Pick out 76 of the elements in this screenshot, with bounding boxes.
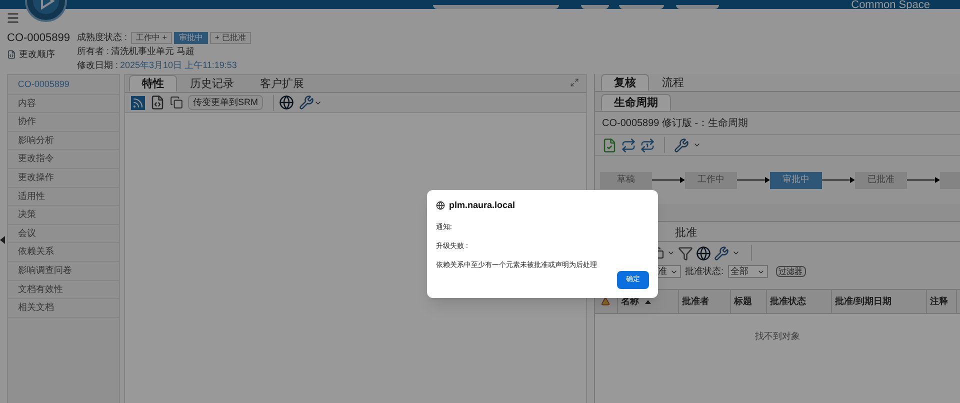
tab[interactable]: 批准 [662,224,710,241]
maximize-icon[interactable] [570,78,579,87]
lifecycle-state: 已批准 [854,172,907,188]
status-label: 批准状态: [684,264,724,278]
arrow-icon [652,177,685,183]
sidebar-item[interactable]: 协作 [8,113,119,132]
menu-icon[interactable] [6,11,20,25]
change-number: CO-0005899 [7,31,71,45]
sidebar-item[interactable]: CO-0005899 [8,76,119,95]
lifecycle-state [940,172,960,188]
sidebar-item[interactable]: 影响分析 [8,132,119,150]
sidebar-item[interactable]: 文档有效性 [8,280,119,300]
globe-icon[interactable] [696,246,711,260]
lifecycle-state: 草稿 [600,172,652,188]
caret-icon[interactable] [732,249,740,257]
header-button[interactable] [581,5,609,9]
tools-icon[interactable] [674,138,689,152]
sidebar-item[interactable]: 影响调查问卷 [8,262,119,281]
lifecycle-title: CO-0005899 修订版 -：生命周期 [602,116,748,130]
swap-icon[interactable] [620,138,636,152]
send-srm-button[interactable]: 传变更单到SRM [188,95,263,110]
dialog-host: plm.naura.local [449,199,516,212]
check-file-icon[interactable] [602,138,617,152]
header-button[interactable] [619,5,664,9]
tools-icon[interactable] [714,246,729,260]
column-header[interactable]: 标题 [730,290,767,313]
column-header[interactable]: 批准/到期日期 [832,290,927,313]
tab[interactable]: 生命周期 [600,94,671,111]
change-type: 更改顺序 [19,48,55,61]
sidebar-item[interactable]: 更改指令 [8,150,119,169]
swap-icon[interactable] [640,138,655,152]
column-header[interactable]: 注释 [926,290,957,313]
sidebar-item[interactable]: 适用性 [8,188,119,206]
tools-icon[interactable] [298,95,314,110]
owner-label: 所有者 : [77,45,110,58]
empty-message: 找不到对象 [754,331,800,341]
caret-icon[interactable] [666,249,675,257]
code-file-icon[interactable] [150,95,165,110]
tab[interactable]: 客户扩展 [246,75,317,92]
column-header[interactable]: 批准状态 [766,290,832,313]
maturity-step[interactable]: 工作中 + [131,32,172,44]
workspace-label[interactable]: Common Space [851,0,930,10]
copy-icon[interactable] [170,96,183,109]
sidebar-item[interactable]: 更改操作 [8,168,119,188]
header-button[interactable] [676,5,719,9]
globe-icon [436,201,445,210]
arrow-icon [736,177,770,183]
tab[interactable]: 复核 [600,74,649,91]
search-field[interactable] [433,5,559,9]
sidebar-item[interactable]: 决策 [8,206,119,225]
maturity-step[interactable]: + 已批准 [210,32,251,44]
sidebar-item[interactable]: 会议 [8,224,119,244]
tab[interactable]: 历史记录 [176,75,247,92]
modified-label: 修改日期 : [77,59,118,72]
sidebar-item[interactable]: 相关文档 [8,299,119,318]
tab[interactable]: 流程 [648,74,697,91]
caret-icon[interactable] [692,141,701,149]
document-icon [7,50,16,60]
rss-icon[interactable] [130,96,145,110]
status-select[interactable]: 全部 [728,265,768,278]
maturity-label: 成熟度状态 : [77,31,128,44]
filter-button[interactable]: 过滤器 [776,266,806,277]
arrow-icon [906,177,940,183]
sidebar-item[interactable]: 内容 [8,94,119,114]
globe-icon[interactable] [278,95,294,110]
lifecycle-state: 审批中 [770,172,822,188]
filter-icon[interactable] [678,246,693,260]
tab[interactable]: 特性 [128,75,177,92]
sidebar-item[interactable]: 依赖关系 [8,243,119,262]
lifecycle-state: 工作中 [684,172,737,188]
arrow-icon [822,177,855,183]
owner-value: 清洗机事业单元 马超 [111,45,195,58]
modified-value: 2025年3月10日 上午11:19:53 [120,59,237,72]
column-header[interactable]: 批准者 [678,290,731,313]
maturity-step[interactable]: 审批中 [174,32,208,44]
status-icon [601,297,610,306]
